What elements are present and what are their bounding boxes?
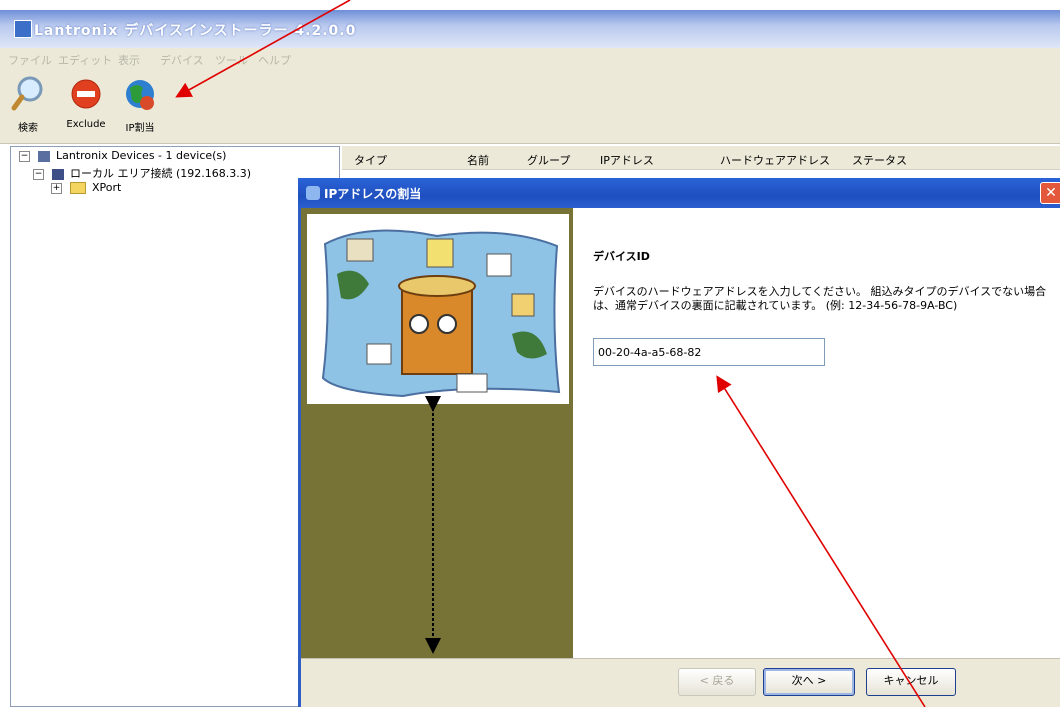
annotation-overlay xyxy=(175,0,926,707)
annotation-arrow-toolbar xyxy=(175,0,351,98)
annotation-arrow-input xyxy=(716,375,926,707)
